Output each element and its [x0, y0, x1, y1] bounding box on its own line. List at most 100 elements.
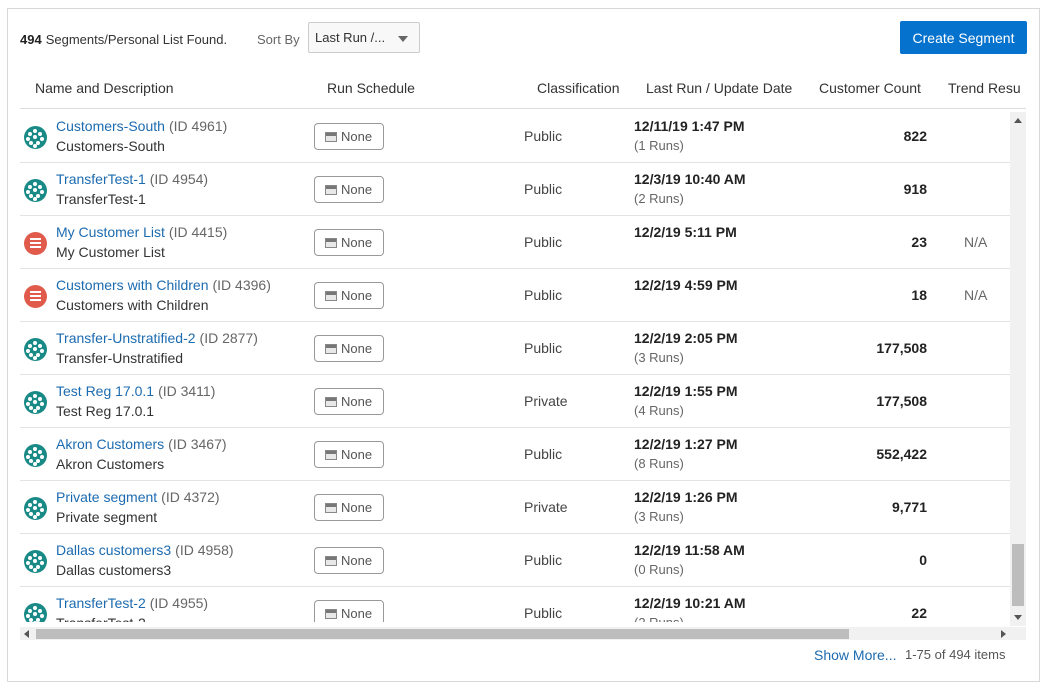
count-label: Segments/Personal List Found.	[45, 32, 228, 47]
classification: Private	[524, 393, 568, 409]
segment-name: Akron Customers (ID 3467)	[56, 436, 227, 452]
calendar-icon	[325, 131, 337, 142]
pagination-status: 1-75 of 494 items	[905, 647, 1006, 662]
scroll-left-icon[interactable]	[24, 630, 29, 638]
run-count: (1 Runs)	[634, 138, 684, 153]
run-schedule-button[interactable]: None	[314, 176, 384, 203]
segment-icon	[24, 603, 47, 622]
segment-icon	[24, 497, 47, 520]
horizontal-scrollbar[interactable]	[20, 627, 1026, 640]
run-schedule-label: None	[341, 129, 373, 144]
segment-description: Customers-South	[56, 138, 165, 154]
table-row[interactable]: Customers with Children (ID 4396) Customer…	[20, 269, 1010, 322]
run-schedule-button[interactable]: None	[314, 229, 384, 256]
run-schedule-button[interactable]: None	[314, 494, 384, 521]
calendar-icon	[325, 184, 337, 195]
segment-name: Customers-South (ID 4961)	[56, 118, 227, 134]
scroll-down-icon[interactable]	[1014, 615, 1022, 620]
segment-id: (ID 4955)	[149, 595, 209, 611]
table-row[interactable]: TransferTest-1 (ID 4954) TransferTest-1 Non…	[20, 163, 1010, 216]
segment-description: Akron Customers	[56, 456, 165, 472]
last-run-date: 12/2/19 1:55 PM	[634, 383, 738, 399]
customer-count: 177,508	[876, 393, 927, 409]
run-schedule-button[interactable]: None	[314, 441, 384, 468]
calendar-icon	[325, 555, 337, 566]
run-schedule-label: None	[341, 341, 373, 356]
vertical-scroll-thumb[interactable]	[1012, 544, 1024, 606]
run-schedule-label: None	[341, 447, 373, 462]
column-header-trend[interactable]: Trend Resu	[948, 80, 1021, 96]
segment-name: TransferTest-1 (ID 4954)	[56, 171, 208, 187]
table-row[interactable]: Akron Customers (ID 3467) Akron Customers N…	[20, 428, 1010, 481]
table-row[interactable]: Private segment (ID 4372) Private segment N…	[20, 481, 1010, 534]
table-row[interactable]: Dallas customers3 (ID 4958) Dallas custome…	[20, 534, 1010, 587]
segment-id: (ID 2877)	[199, 330, 258, 346]
sort-by-label: Sort By	[257, 32, 300, 47]
segment-id: (ID 4396)	[212, 277, 271, 293]
last-run-date: 12/11/19 1:47 PM	[634, 118, 745, 134]
segment-name-link[interactable]: My Customer List	[56, 224, 165, 240]
last-run-date: 12/2/19 10:21 AM	[634, 595, 746, 611]
segment-name: Private segment (ID 4372)	[56, 489, 220, 505]
segment-icon	[24, 338, 47, 361]
sort-select[interactable]: Last Run /...	[308, 22, 420, 53]
segment-description: Test Reg 17.0.1	[56, 403, 155, 419]
classification: Public	[524, 287, 563, 303]
segment-icon	[24, 444, 47, 467]
run-schedule-button[interactable]: None	[314, 335, 384, 362]
create-segment-button[interactable]: Create Segment	[900, 21, 1027, 54]
calendar-icon	[325, 396, 337, 407]
last-run-date: 12/2/19 1:27 PM	[634, 436, 738, 452]
scroll-right-icon[interactable]	[1001, 630, 1006, 638]
classification: Private	[524, 499, 568, 515]
segment-name-link[interactable]: Akron Customers	[56, 436, 164, 452]
show-more-link[interactable]: Show More...	[814, 647, 896, 663]
segment-name-link[interactable]: Customers-South	[56, 118, 165, 134]
segment-name-link[interactable]: TransferTest-2	[56, 595, 146, 611]
run-schedule-button[interactable]: None	[314, 123, 384, 150]
run-schedule-label: None	[341, 288, 373, 303]
calendar-icon	[325, 237, 337, 248]
segment-name: Test Reg 17.0.1 (ID 3411)	[56, 383, 215, 399]
customer-count: 822	[903, 128, 927, 144]
classification: Public	[524, 446, 563, 462]
run-schedule-label: None	[341, 500, 373, 515]
segment-name-link[interactable]: Customers with Children	[56, 277, 209, 293]
segment-name-link[interactable]: Private segment	[56, 489, 157, 505]
segment-name-link[interactable]: Dallas customers3	[56, 542, 171, 558]
customer-count: 23	[911, 234, 927, 250]
table-row[interactable]: Test Reg 17.0.1 (ID 3411) Test Reg 17.0.1 N…	[20, 375, 1010, 428]
segment-description: Private segment	[56, 509, 158, 525]
scroll-up-icon[interactable]	[1014, 118, 1022, 123]
last-run-date: 12/3/19 10:40 AM	[634, 171, 746, 187]
segment-name: Dallas customers3 (ID 4958)	[56, 542, 234, 558]
calendar-icon	[325, 449, 337, 460]
table-row[interactable]: My Customer List (ID 4415) My Customer Lis…	[20, 216, 1010, 269]
run-count: (2 Runs)	[634, 615, 684, 622]
count-number: 494	[20, 32, 42, 47]
column-header-schedule[interactable]: Run Schedule	[327, 80, 415, 96]
run-count: (8 Runs)	[634, 456, 684, 471]
classification: Public	[524, 552, 563, 568]
run-schedule-button[interactable]: None	[314, 282, 384, 309]
table-body: Customers-South (ID 4961) Customers-South N…	[20, 110, 1010, 622]
column-header-customer-count[interactable]: Customer Count	[819, 80, 921, 96]
segment-id: (ID 4958)	[175, 542, 234, 558]
calendar-icon	[325, 502, 337, 513]
table-row[interactable]: Customers-South (ID 4961) Customers-South N…	[20, 110, 1010, 163]
table-row[interactable]: TransferTest-2(ID 4955)TransferTest-2Non…	[20, 587, 1010, 622]
vertical-scrollbar[interactable]	[1010, 112, 1026, 626]
run-schedule-button[interactable]: None	[314, 388, 384, 415]
segment-name-link[interactable]: Transfer-Unstratified-2	[56, 330, 196, 346]
run-schedule-button[interactable]: None	[314, 600, 384, 622]
last-run-date: 12/2/19 5:11 PM	[634, 224, 737, 240]
column-header-last-run[interactable]: Last Run / Update Date	[646, 80, 792, 96]
segment-name-link[interactable]: Test Reg 17.0.1	[56, 383, 154, 399]
column-header-name[interactable]: Name and Description	[35, 80, 174, 96]
column-header-classification[interactable]: Classification	[537, 80, 619, 96]
horizontal-scroll-thumb[interactable]	[36, 629, 849, 639]
run-schedule-button[interactable]: None	[314, 547, 384, 574]
trend-result: N/A	[964, 287, 988, 303]
segment-name-link[interactable]: TransferTest-1	[56, 171, 146, 187]
table-row[interactable]: Transfer-Unstratified-2 (ID 2877) Transfer…	[20, 322, 1010, 375]
